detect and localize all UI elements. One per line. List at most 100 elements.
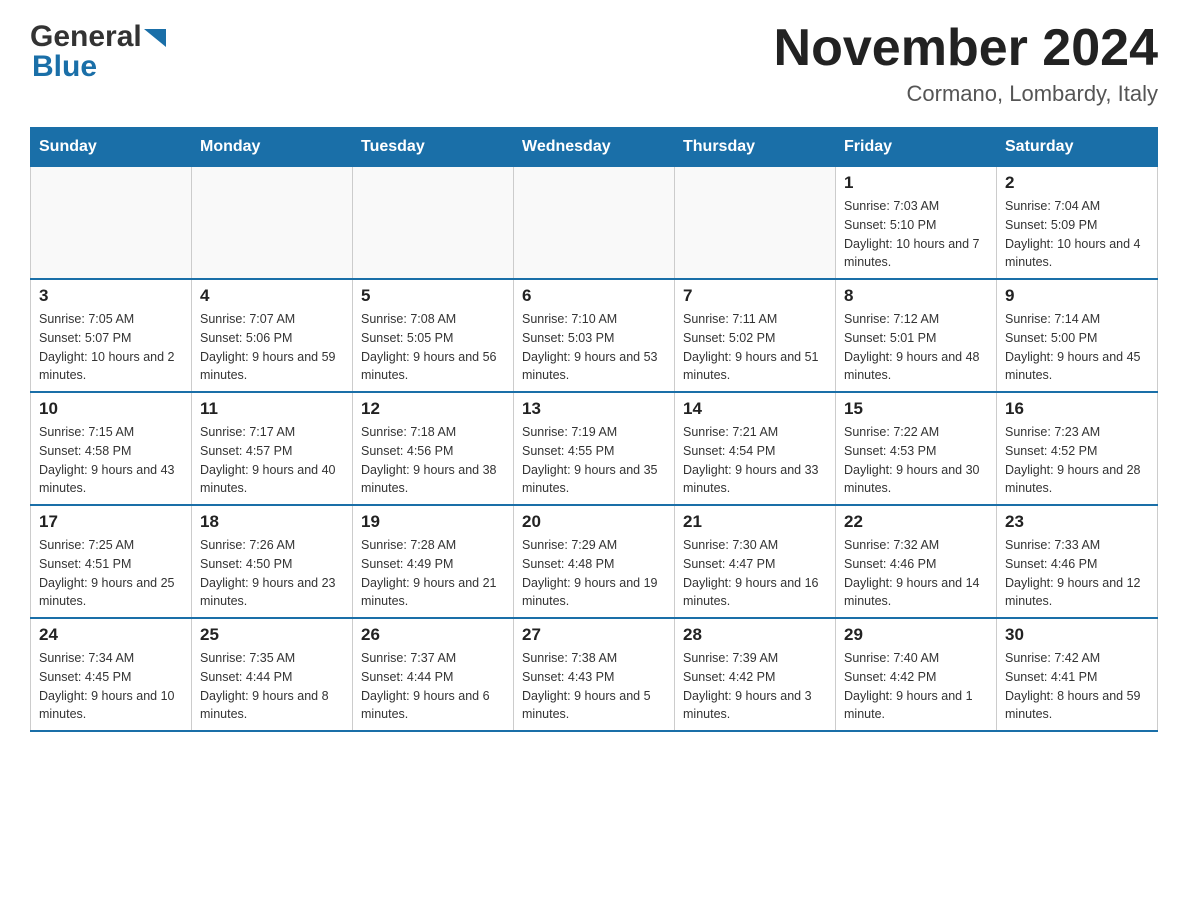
day-number: 3 — [39, 286, 183, 306]
day-number: 4 — [200, 286, 344, 306]
day-info: Sunrise: 7:04 AMSunset: 5:09 PMDaylight:… — [1005, 197, 1149, 272]
day-number: 16 — [1005, 399, 1149, 419]
calendar-day-cell: 7 Sunrise: 7:11 AMSunset: 5:02 PMDaylight… — [675, 279, 836, 392]
day-number: 18 — [200, 512, 344, 532]
calendar-day-cell: 24Sunrise: 7:34 AMSunset: 4:45 PMDayligh… — [31, 618, 192, 731]
day-info: Sunrise: 7:11 AMSunset: 5:02 PMDaylight:… — [683, 310, 827, 385]
day-info: Sunrise: 7:42 AMSunset: 4:41 PMDaylight:… — [1005, 649, 1149, 724]
day-info: Sunrise: 7:15 AMSunset: 4:58 PMDaylight:… — [39, 423, 183, 498]
day-info: Sunrise: 7:38 AMSunset: 4:43 PMDaylight:… — [522, 649, 666, 724]
calendar-day-cell: 13 Sunrise: 7:19 AMSunset: 4:55 PMDayligh… — [514, 392, 675, 505]
calendar-day-cell: 18 Sunrise: 7:26 AMSunset: 4:50 PMDayligh… — [192, 505, 353, 618]
calendar-week-row: 10 Sunrise: 7:15 AMSunset: 4:58 PMDayligh… — [31, 392, 1158, 505]
calendar-day-cell: 29Sunrise: 7:40 AMSunset: 4:42 PMDayligh… — [836, 618, 997, 731]
calendar-day-cell: 19 Sunrise: 7:28 AMSunset: 4:49 PMDayligh… — [353, 505, 514, 618]
calendar-day-cell: 20 Sunrise: 7:29 AMSunset: 4:48 PMDayligh… — [514, 505, 675, 618]
day-number: 26 — [361, 625, 505, 645]
calendar-table: SundayMondayTuesdayWednesdayThursdayFrid… — [30, 127, 1158, 732]
day-number: 5 — [361, 286, 505, 306]
day-number: 17 — [39, 512, 183, 532]
calendar-day-cell: 22Sunrise: 7:32 AMSunset: 4:46 PMDayligh… — [836, 505, 997, 618]
day-number: 21 — [683, 512, 827, 532]
calendar-day-cell: 28 Sunrise: 7:39 AMSunset: 4:42 PMDayligh… — [675, 618, 836, 731]
calendar-day-cell: 1 Sunrise: 7:03 AMSunset: 5:10 PMDaylight… — [836, 167, 997, 280]
weekday-header-monday: Monday — [192, 128, 353, 167]
calendar-day-cell: 25 Sunrise: 7:35 AMSunset: 4:44 PMDayligh… — [192, 618, 353, 731]
day-number: 12 — [361, 399, 505, 419]
weekday-header-row: SundayMondayTuesdayWednesdayThursdayFrid… — [31, 128, 1158, 167]
calendar-day-cell: 5 Sunrise: 7:08 AMSunset: 5:05 PMDaylight… — [353, 279, 514, 392]
day-info: Sunrise: 7:33 AMSunset: 4:46 PMDaylight:… — [1005, 536, 1149, 611]
day-number: 9 — [1005, 286, 1149, 306]
page-header: General Blue November 2024 Cormano, Lomb… — [30, 20, 1158, 107]
day-info: Sunrise: 7:29 AMSunset: 4:48 PMDaylight:… — [522, 536, 666, 611]
calendar-day-cell — [353, 167, 514, 280]
day-number: 19 — [361, 512, 505, 532]
calendar-day-cell: 8Sunrise: 7:12 AMSunset: 5:01 PMDaylight… — [836, 279, 997, 392]
location-text: Cormano, Lombardy, Italy — [774, 81, 1158, 107]
day-number: 8 — [844, 286, 988, 306]
day-info: Sunrise: 7:21 AMSunset: 4:54 PMDaylight:… — [683, 423, 827, 498]
day-info: Sunrise: 7:14 AMSunset: 5:00 PMDaylight:… — [1005, 310, 1149, 385]
weekday-header-thursday: Thursday — [675, 128, 836, 167]
weekday-header-saturday: Saturday — [997, 128, 1158, 167]
calendar-day-cell: 21 Sunrise: 7:30 AMSunset: 4:47 PMDayligh… — [675, 505, 836, 618]
day-number: 6 — [522, 286, 666, 306]
day-info: Sunrise: 7:35 AMSunset: 4:44 PMDaylight:… — [200, 649, 344, 724]
day-number: 1 — [844, 173, 988, 193]
logo-blue-text: Blue — [32, 50, 97, 84]
calendar-day-cell — [675, 167, 836, 280]
calendar-day-cell: 11 Sunrise: 7:17 AMSunset: 4:57 PMDayligh… — [192, 392, 353, 505]
day-number: 30 — [1005, 625, 1149, 645]
calendar-day-cell — [514, 167, 675, 280]
day-info: Sunrise: 7:03 AMSunset: 5:10 PMDaylight:… — [844, 197, 988, 272]
calendar-day-cell: 6 Sunrise: 7:10 AMSunset: 5:03 PMDaylight… — [514, 279, 675, 392]
day-number: 7 — [683, 286, 827, 306]
calendar-day-cell: 4 Sunrise: 7:07 AMSunset: 5:06 PMDaylight… — [192, 279, 353, 392]
month-title: November 2024 — [774, 20, 1158, 77]
calendar-day-cell — [192, 167, 353, 280]
calendar-day-cell: 12Sunrise: 7:18 AMSunset: 4:56 PMDayligh… — [353, 392, 514, 505]
day-number: 25 — [200, 625, 344, 645]
calendar-week-row: 24Sunrise: 7:34 AMSunset: 4:45 PMDayligh… — [31, 618, 1158, 731]
calendar-week-row: 17 Sunrise: 7:25 AMSunset: 4:51 PMDayligh… — [31, 505, 1158, 618]
day-info: Sunrise: 7:17 AMSunset: 4:57 PMDaylight:… — [200, 423, 344, 498]
logo-triangle-icon — [144, 29, 166, 47]
logo-general-text: General — [30, 20, 142, 54]
day-info: Sunrise: 7:19 AMSunset: 4:55 PMDaylight:… — [522, 423, 666, 498]
calendar-day-cell: 23Sunrise: 7:33 AMSunset: 4:46 PMDayligh… — [997, 505, 1158, 618]
day-info: Sunrise: 7:07 AMSunset: 5:06 PMDaylight:… — [200, 310, 344, 385]
day-info: Sunrise: 7:28 AMSunset: 4:49 PMDaylight:… — [361, 536, 505, 611]
day-info: Sunrise: 7:30 AMSunset: 4:47 PMDaylight:… — [683, 536, 827, 611]
calendar-day-cell: 10 Sunrise: 7:15 AMSunset: 4:58 PMDayligh… — [31, 392, 192, 505]
calendar-day-cell: 17 Sunrise: 7:25 AMSunset: 4:51 PMDayligh… — [31, 505, 192, 618]
day-info: Sunrise: 7:26 AMSunset: 4:50 PMDaylight:… — [200, 536, 344, 611]
calendar-day-cell: 9 Sunrise: 7:14 AMSunset: 5:00 PMDaylight… — [997, 279, 1158, 392]
calendar-day-cell: 15 Sunrise: 7:22 AMSunset: 4:53 PMDayligh… — [836, 392, 997, 505]
day-info: Sunrise: 7:23 AMSunset: 4:52 PMDaylight:… — [1005, 423, 1149, 498]
day-number: 10 — [39, 399, 183, 419]
calendar-day-cell: 14 Sunrise: 7:21 AMSunset: 4:54 PMDayligh… — [675, 392, 836, 505]
calendar-day-cell: 2Sunrise: 7:04 AMSunset: 5:09 PMDaylight… — [997, 167, 1158, 280]
day-info: Sunrise: 7:08 AMSunset: 5:05 PMDaylight:… — [361, 310, 505, 385]
day-number: 28 — [683, 625, 827, 645]
day-info: Sunrise: 7:22 AMSunset: 4:53 PMDaylight:… — [844, 423, 988, 498]
calendar-day-cell: 30 Sunrise: 7:42 AMSunset: 4:41 PMDayligh… — [997, 618, 1158, 731]
day-number: 11 — [200, 399, 344, 419]
day-number: 15 — [844, 399, 988, 419]
calendar-day-cell: 16 Sunrise: 7:23 AMSunset: 4:52 PMDayligh… — [997, 392, 1158, 505]
calendar-week-row: 3 Sunrise: 7:05 AMSunset: 5:07 PMDaylight… — [31, 279, 1158, 392]
day-info: Sunrise: 7:10 AMSunset: 5:03 PMDaylight:… — [522, 310, 666, 385]
calendar-week-row: 1 Sunrise: 7:03 AMSunset: 5:10 PMDaylight… — [31, 167, 1158, 280]
day-number: 13 — [522, 399, 666, 419]
day-info: Sunrise: 7:32 AMSunset: 4:46 PMDaylight:… — [844, 536, 988, 611]
day-info: Sunrise: 7:39 AMSunset: 4:42 PMDaylight:… — [683, 649, 827, 724]
weekday-header-sunday: Sunday — [31, 128, 192, 167]
calendar-day-cell: 27Sunrise: 7:38 AMSunset: 4:43 PMDayligh… — [514, 618, 675, 731]
day-info: Sunrise: 7:25 AMSunset: 4:51 PMDaylight:… — [39, 536, 183, 611]
day-number: 24 — [39, 625, 183, 645]
day-info: Sunrise: 7:05 AMSunset: 5:07 PMDaylight:… — [39, 310, 183, 385]
day-number: 14 — [683, 399, 827, 419]
day-number: 20 — [522, 512, 666, 532]
weekday-header-tuesday: Tuesday — [353, 128, 514, 167]
